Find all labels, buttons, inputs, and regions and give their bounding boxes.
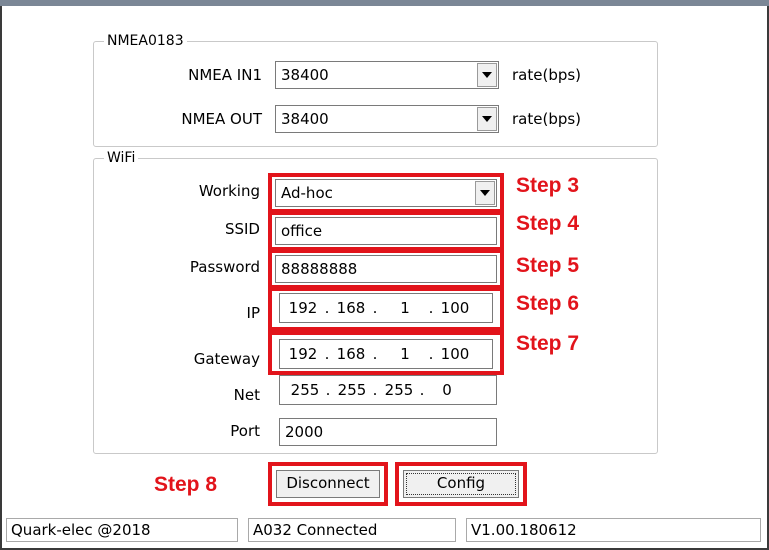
status-version: V1.00.180612 bbox=[466, 518, 761, 542]
status-bar: Quark-elec @2018 A032 Connected V1.00.18… bbox=[6, 518, 761, 544]
port-label: Port bbox=[230, 422, 260, 440]
step3-highlight bbox=[268, 173, 504, 213]
step5-label: Step 5 bbox=[516, 254, 580, 277]
nmea-in-rate-label: rate(bps) bbox=[512, 66, 582, 84]
net-dot-1: . bbox=[325, 381, 331, 399]
nmea-out-dropdown-button[interactable] bbox=[477, 107, 497, 131]
nmea-out-select[interactable]: 38400 bbox=[275, 105, 499, 133]
nmea-in-dropdown-button[interactable] bbox=[477, 63, 497, 87]
net-octet-3: 255 bbox=[384, 381, 414, 399]
step4-label: Step 4 bbox=[516, 212, 580, 235]
nmea-out-value: 38400 bbox=[281, 110, 329, 128]
chevron-down-icon bbox=[482, 72, 492, 78]
working-label: Working bbox=[198, 182, 260, 200]
nmea-group-title: NMEA0183 bbox=[104, 32, 187, 50]
ip-label: IP bbox=[246, 304, 260, 322]
step5-highlight bbox=[268, 249, 504, 289]
config-dialog: NMEA0183 NMEA IN1 38400 rate(bps) NMEA O… bbox=[0, 6, 769, 550]
nmea-out-rate-label: rate(bps) bbox=[512, 110, 582, 128]
net-octet-1: 255 bbox=[290, 381, 320, 399]
net-label: Net bbox=[233, 386, 260, 404]
net-octet-2: 255 bbox=[337, 381, 367, 399]
port-value: 2000 bbox=[285, 423, 324, 441]
nmea-in-label: NMEA IN1 bbox=[188, 66, 262, 84]
status-connection: A032 Connected bbox=[248, 518, 456, 542]
step7-highlight bbox=[268, 331, 504, 375]
step6-label: Step 6 bbox=[516, 292, 580, 315]
gateway-label: Gateway bbox=[193, 350, 260, 368]
disconnect-button[interactable]: Disconnect bbox=[276, 470, 380, 498]
nmea-out-label: NMEA OUT bbox=[181, 110, 262, 128]
netmask-input[interactable]: 255 . 255 . 255 . 0 bbox=[279, 375, 497, 405]
nmea-in-select[interactable]: 38400 bbox=[275, 61, 499, 89]
port-input[interactable]: 2000 bbox=[279, 418, 497, 446]
step8-label: Step 8 bbox=[154, 473, 218, 496]
step3-label: Step 3 bbox=[516, 174, 580, 197]
net-dot-2: . bbox=[372, 381, 378, 399]
step7-label: Step 7 bbox=[516, 332, 580, 355]
net-octet-4: 0 bbox=[442, 381, 452, 399]
ssid-label: SSID bbox=[224, 220, 260, 238]
config-button[interactable]: Config bbox=[403, 470, 519, 498]
chevron-down-icon bbox=[482, 116, 492, 122]
step4-highlight bbox=[268, 211, 504, 251]
step6-highlight bbox=[268, 287, 504, 331]
nmea-in-value: 38400 bbox=[281, 66, 329, 84]
password-label: Password bbox=[189, 258, 260, 276]
net-dot-3: . bbox=[419, 381, 425, 399]
status-copyright: Quark-elec @2018 bbox=[6, 518, 238, 542]
wifi-group-title: WiFi bbox=[104, 149, 139, 167]
